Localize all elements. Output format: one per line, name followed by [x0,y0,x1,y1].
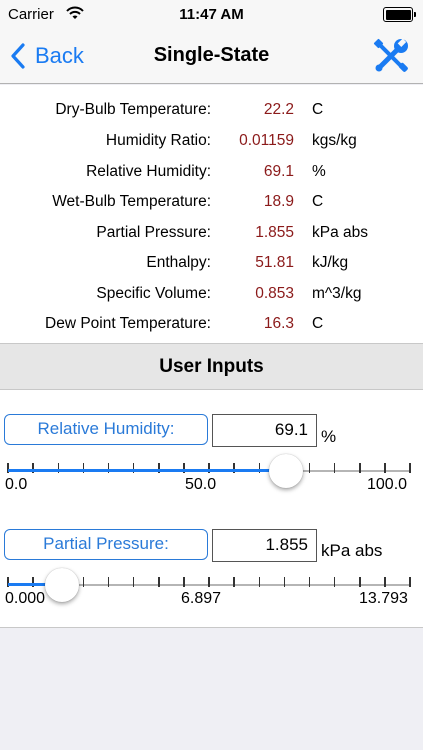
result-label: Dew Point Temperature: [45,315,211,332]
result-label: Partial Pressure: [96,224,211,241]
result-value: 22.2 [263,101,294,118]
result-value: 18.9 [263,193,294,210]
result-label: Enthalpy: [146,254,211,271]
result-row-humidity-ratio: Humidity Ratio: 0.01159 kgs/kg [0,126,423,156]
partial-pressure-unit: kPa abs [321,541,383,560]
result-row-relative-humidity: Relative Humidity: 69.1 % [0,157,423,187]
result-unit: C [312,315,324,332]
relative-humidity-unit: % [321,427,337,446]
slider-tick [233,577,235,587]
slider-tick [384,463,386,473]
result-row-partial-pressure: Partial Pressure: 1.855 kPa abs [0,218,423,248]
result-row-dry-bulb: Dry-Bulb Temperature: 22.2 C [0,95,423,125]
relative-humidity-button[interactable]: Relative Humidity: [4,414,208,445]
result-unit: C [312,101,324,118]
slider-tick [409,463,411,473]
slider-tick [384,577,386,587]
slider-tick [258,577,260,587]
slider-tick [283,577,286,587]
user-inputs-header: User Inputs [0,343,423,390]
result-value: 16.3 [263,315,294,332]
slider-tick [132,577,135,587]
partial-pressure-scale-mid: 6.897 [181,590,222,607]
result-label: Dry-Bulb Temperature: [55,101,211,118]
result-row-enthalpy: Enthalpy: 51.81 kJ/kg [0,248,423,278]
result-unit: kJ/kg [312,254,349,271]
slider-tick [308,463,311,473]
slider-tick [409,577,411,587]
slider-tick [183,577,185,587]
result-row-wet-bulb: Wet-Bulb Temperature: 18.9 C [0,187,423,217]
result-unit: C [312,193,324,210]
result-row-dew-point: Dew Point Temperature: 16.3 C [0,309,423,339]
partial-pressure-button[interactable]: Partial Pressure: [4,529,208,560]
slider-tick [359,577,361,587]
wrench-screwdriver-icon[interactable] [373,38,409,74]
result-value: 1.855 [255,224,294,241]
partial-pressure-field[interactable]: 1.855 [212,529,317,562]
results-table: Dry-Bulb Temperature: 22.2 C Humidity Ra… [0,85,423,343]
slider-tick [158,577,160,587]
slider-tick [359,463,361,473]
result-value: 0.853 [255,285,294,302]
result-unit: kgs/kg [312,132,357,149]
partial-pressure-scale-min: 0.000 [5,590,46,607]
result-unit: m^3/kg [312,285,362,302]
result-label: Humidity Ratio: [105,132,211,149]
status-bar: Carrier 11:47 AM [0,0,423,30]
result-unit: % [312,163,326,180]
result-label: Wet-Bulb Temperature: [52,193,211,210]
result-value: 0.01159 [239,132,294,149]
partial-pressure-scale-max: 13.793 [359,590,408,607]
result-value: 69.1 [263,163,294,180]
slider-thumb[interactable] [45,568,80,602]
result-row-specific-volume: Specific Volume: 0.853 m^3/kg [0,279,423,309]
relative-humidity-field[interactable]: 69.1 [212,414,317,447]
page-title: Single-State [153,44,270,66]
slider-tick [82,577,85,587]
result-unit: kPa abs [312,224,369,241]
result-label: Relative Humidity: [86,163,211,180]
relative-humidity-scale-max: 100.0 [367,476,408,493]
result-value: 51.81 [255,254,294,271]
slider-fill [8,469,286,472]
battery-icon [383,7,416,22]
result-label: Specific Volume: [96,285,211,302]
slider-thumb[interactable] [268,454,303,488]
navigation-bar: Back Single-State [0,30,423,84]
user-inputs-panel: Relative Humidity: 69.1 % 0.0 50.0 100.0… [0,390,423,628]
slider-tick [208,577,210,587]
slider-tick [107,577,110,587]
relative-humidity-scale-mid: 50.0 [185,476,217,493]
relative-humidity-scale-min: 0.0 [5,476,28,493]
slider-tick [333,577,336,587]
slider-tick [333,463,336,473]
clock: 11:47 AM [179,6,244,23]
slider-tick [308,577,311,587]
